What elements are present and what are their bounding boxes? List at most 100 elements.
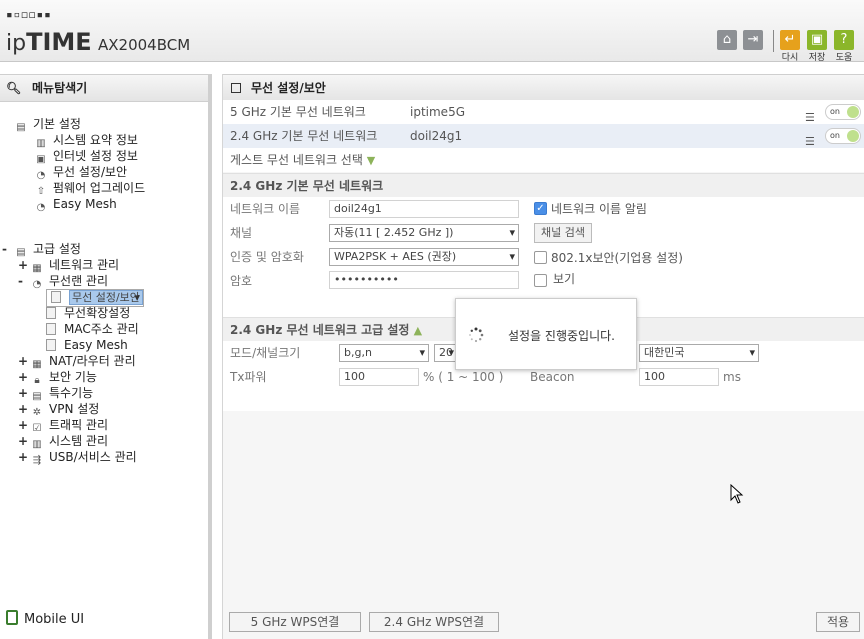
tree-internet-info[interactable]: ▣ 인터넷 설정 정보 [34, 148, 138, 165]
tree-label: 무선랜 관리 [49, 274, 109, 288]
magnifier-icon: 🔍︎ [6, 81, 22, 95]
progress-dialog: 설정을 진행중입니다. [455, 298, 637, 370]
tree-wireless-basic[interactable]: ◔ 무선 설정/보안 [34, 164, 128, 181]
page-icon [46, 339, 56, 351]
advanced-section-text: 2.4 GHz 무선 네트워크 고급 설정 [230, 323, 410, 337]
network-row-label: 5 GHz 기본 무선 네트워크 [230, 105, 366, 119]
triangle-up-icon: ▲ [413, 324, 423, 337]
network-name-input[interactable]: doil24g1 [329, 200, 519, 218]
folder-settings-icon: ▤ [16, 122, 26, 133]
mobile-ui-label: Mobile UI [24, 612, 85, 627]
help-button[interactable]: ? [834, 30, 854, 50]
beacon-unit: ms [723, 370, 741, 384]
channel-select[interactable]: 자동(11 [ 2.452 GHz ]) [329, 224, 519, 242]
show-password-label: 보기 [553, 272, 576, 286]
tree-firmware[interactable]: ⇧ 펌웨어 업그레이드 [34, 180, 145, 197]
network-row-label: 2.4 GHz 기본 무선 네트워크 [230, 129, 378, 143]
expand-icon[interactable]: + [18, 449, 30, 465]
expand-icon[interactable]: + [18, 385, 30, 401]
brand-prefix: ip [6, 31, 27, 56]
tree-system-summary[interactable]: ▥ 시스템 요약 정보 [34, 132, 138, 149]
network-row-ssid: iptime5G [410, 105, 465, 119]
tree-label: 트래픽 관리 [49, 418, 109, 432]
wifi-icon: ◔ [32, 279, 42, 290]
network-row-24ghz[interactable]: 2.4 GHz 기본 무선 네트워크 doil24g1 ☰ on [223, 124, 864, 148]
guest-network-text: 게스트 무선 네트워크 선택 [230, 153, 363, 167]
expand-icon[interactable]: + [18, 401, 30, 417]
page-icon [46, 307, 56, 319]
page-icon [231, 83, 241, 93]
tree-vpn[interactable]: + ✲ VPN 설정 [18, 401, 100, 418]
header-divider [773, 30, 774, 52]
tree-wireless-mgmt[interactable]: - ◔ 무선랜 관리 [18, 273, 109, 290]
country-select[interactable]: 대한민국 [639, 344, 759, 362]
home-icon: ⌂ [722, 32, 732, 47]
beacon-input[interactable]: 100 [639, 368, 719, 386]
expand-icon[interactable]: + [18, 353, 30, 369]
auth-select[interactable]: WPA2PSK + AES (권장) [329, 248, 519, 266]
txpower-input[interactable]: 100 [339, 368, 419, 386]
tree-label: 인터넷 설정 정보 [53, 149, 138, 163]
mouse-cursor-icon [730, 484, 744, 504]
tree-label: 특수기능 [49, 386, 94, 400]
collapse-icon[interactable]: - [2, 241, 14, 257]
dot1x-checkbox[interactable] [534, 251, 547, 264]
expand-icon[interactable]: + [18, 257, 30, 273]
guest-network-select[interactable]: 게스트 무선 네트워크 선택 ▼ [223, 148, 864, 172]
auth-row: 인증 및 암호화 WPA2PSK + AES (권장) 802.1x보안(기업용… [223, 245, 864, 269]
guest-network-label: 게스트 무선 네트워크 선택 ▼ [230, 148, 375, 173]
tree-usb-service[interactable]: + ⇶ USB/서비스 관리 [18, 449, 137, 466]
expand-icon[interactable]: + [18, 417, 30, 433]
toggle-5ghz[interactable]: on [825, 104, 861, 120]
channel-row: 채널 자동(11 [ 2.452 GHz ]) 채널 검색 [223, 221, 864, 245]
header: ▪▫◻◻▪▪ ipTIME AX2004BCM ⌂ ⇥ ↵ 다시 ▣ 저장 ? … [0, 0, 864, 63]
toggle-label: on [830, 107, 840, 116]
tree-traffic[interactable]: + ☑ 트래픽 관리 [18, 417, 109, 434]
tree-system-mgmt[interactable]: + ▥ 시스템 관리 [18, 433, 108, 450]
tree-label: MAC주소 관리 [64, 322, 139, 336]
tree-label: USB/서비스 관리 [49, 450, 137, 464]
password-row: 암호 •••••••••• 보기 [223, 269, 864, 293]
usb-icon: ⇶ [32, 455, 42, 466]
wps-24ghz-button[interactable]: 2.4 GHz WPS연결 [369, 612, 499, 632]
menu-explorer-title: 🔍︎ 메뉴탐색기 [0, 74, 208, 102]
channel-search-button[interactable]: 채널 검색 [534, 223, 592, 243]
apply-button[interactable]: 적용 [816, 612, 860, 632]
mesh-icon: ◔ [36, 202, 46, 213]
help-icon: ? [840, 32, 848, 47]
tree-easy-mesh-adv[interactable]: Easy Mesh [46, 337, 128, 353]
tree-easy-mesh-basic[interactable]: ◔ Easy Mesh [34, 196, 117, 213]
auth-label: 인증 및 암호화 [230, 250, 304, 264]
tree-label: 무선 설정/보안 [69, 290, 143, 305]
tree-label: 무선 설정/보안 [53, 165, 128, 179]
mobile-icon [6, 610, 18, 625]
collapse-icon[interactable]: - [18, 273, 30, 289]
toggle-24ghz[interactable]: on [825, 128, 861, 144]
mode-select[interactable]: b,g,n [339, 344, 429, 362]
wps-5ghz-button[interactable]: 5 GHz WPS연결 [229, 612, 361, 632]
mobile-ui-link[interactable]: Mobile UI [6, 610, 84, 627]
restart-button[interactable]: ↵ [780, 30, 800, 50]
tree-label: VPN 설정 [49, 402, 100, 416]
expand-icon[interactable]: + [18, 433, 30, 449]
save-button[interactable]: ▣ [807, 30, 827, 50]
tree-wireless-extension[interactable]: 무선확장설정 [46, 305, 130, 321]
logout-button[interactable]: ⇥ [743, 30, 763, 50]
brand-bold: TIME [26, 28, 92, 56]
tree-nat-router[interactable]: + ▦ NAT/라우터 관리 [18, 353, 136, 370]
show-password-checkbox[interactable] [534, 274, 547, 287]
main-title: 무선 설정/보안 [223, 74, 864, 102]
broadcast-checkbox[interactable]: ✓ [534, 202, 547, 215]
tree-basic-settings[interactable]: ▤ 기본 설정 [14, 116, 81, 133]
tree-security[interactable]: + 🔒︎ 보안 기능 [18, 369, 97, 386]
tree-mac-mgmt[interactable]: MAC주소 관리 [46, 321, 139, 337]
toggle-label: on [830, 131, 840, 140]
tree-special[interactable]: + ▤ 특수기능 [18, 385, 94, 402]
expand-icon[interactable]: + [18, 369, 30, 385]
network-row-5ghz[interactable]: 5 GHz 기본 무선 네트워크 iptime5G ☰ on [223, 100, 864, 124]
tree-advanced-settings[interactable]: - ▤ 고급 설정 [2, 241, 81, 258]
tree-network-mgmt[interactable]: + ▦ 네트워크 관리 [18, 257, 119, 274]
password-input[interactable]: •••••••••• [329, 271, 519, 289]
spacer-row [223, 389, 864, 411]
home-button[interactable]: ⌂ [717, 30, 737, 50]
